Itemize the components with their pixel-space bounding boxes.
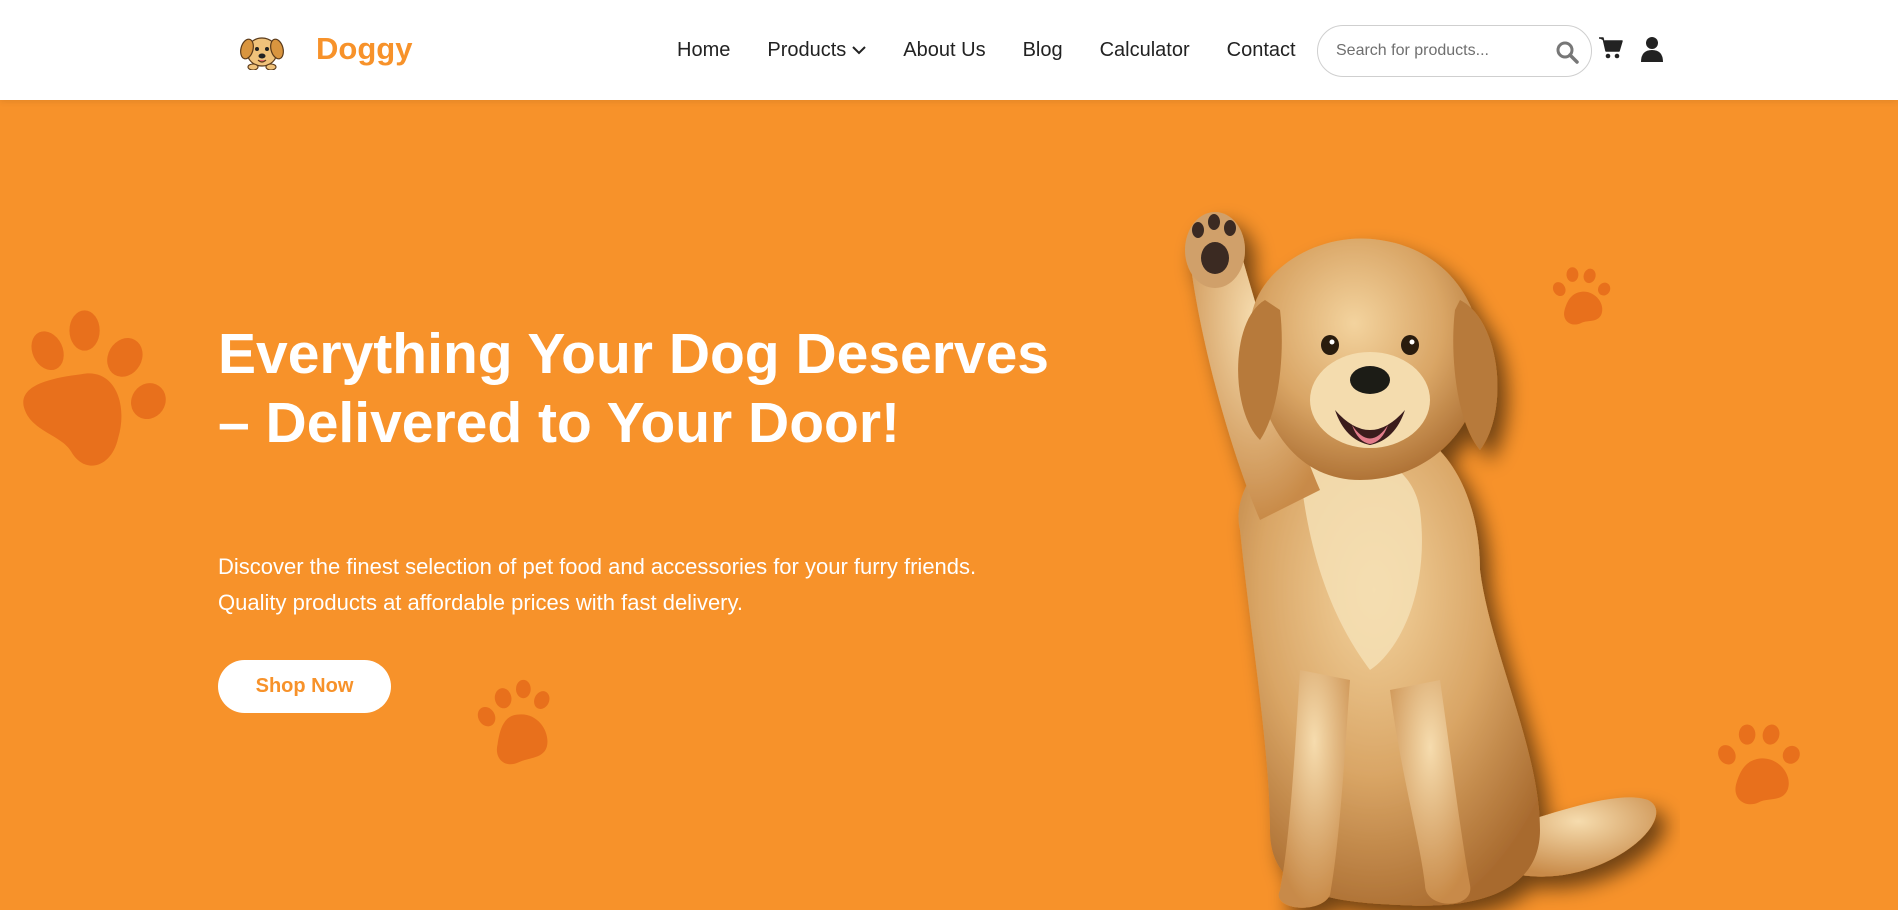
hero-subtitle: Discover the finest selection of pet foo… xyxy=(218,554,977,615)
user-icon[interactable] xyxy=(1641,36,1663,62)
golden-retriever-image xyxy=(1185,212,1657,908)
hero-section: Everything Your Dog Deserves – Delivered… xyxy=(0,100,1898,910)
site-header: Doggy Home Products About Us Blog Calcul… xyxy=(0,0,1898,100)
nav-calculator-label: Calculator xyxy=(1099,38,1190,61)
search-icon[interactable] xyxy=(1555,40,1579,64)
cart-icon[interactable] xyxy=(1598,36,1624,60)
nav-home[interactable]: Home xyxy=(677,39,730,62)
hero-title: Everything Your Dog Deserves – Delivered… xyxy=(218,322,1050,455)
nav-calculator[interactable]: Calculator xyxy=(1100,39,1190,62)
nav-about-us[interactable]: About Us xyxy=(903,39,985,62)
nav-products-label: Products xyxy=(767,38,847,61)
dog-logo-icon xyxy=(240,37,284,70)
search-input[interactable] xyxy=(1336,42,1546,60)
shop-now-button[interactable]: Shop Now xyxy=(218,660,391,713)
nav-about-us-label: About Us xyxy=(903,38,986,61)
logo-link[interactable]: Doggy xyxy=(238,28,412,70)
main-nav: Home Products About Us Blog Calculator C… xyxy=(677,0,1296,100)
nav-home-label: Home xyxy=(677,38,731,61)
nav-contact-label: Contact xyxy=(1226,38,1296,61)
paw-print-icon xyxy=(1718,724,1800,805)
nav-contact[interactable]: Contact xyxy=(1227,39,1296,62)
paw-print-icon xyxy=(477,679,550,765)
chevron-down-icon xyxy=(852,46,867,55)
nav-blog-label: Blog xyxy=(1022,38,1063,61)
search-box xyxy=(1317,25,1592,77)
nav-products[interactable]: Products xyxy=(767,38,867,62)
logo-text: Doggy xyxy=(316,31,413,66)
paw-print-icon xyxy=(23,310,166,466)
nav-blog[interactable]: Blog xyxy=(1023,39,1063,62)
